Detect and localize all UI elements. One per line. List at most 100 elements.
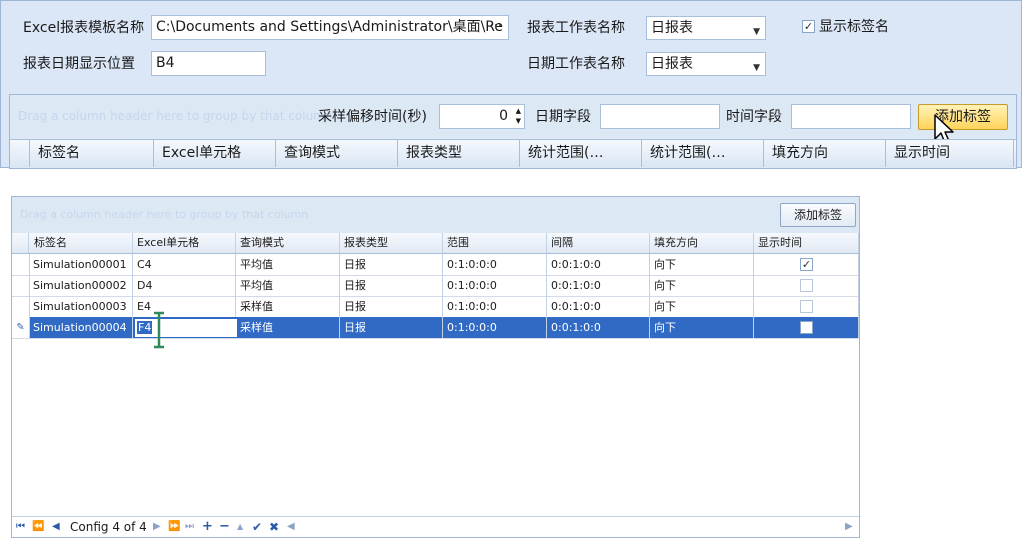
fill-cell[interactable]: 向下: [650, 296, 754, 317]
date-sheet-label: 日期工作表名称: [527, 56, 625, 72]
sampling-offset-spinner[interactable]: 0 ▲ ▼: [439, 104, 525, 129]
table-row[interactable]: Simulation00003 E4 采样值 日报 0:1:0:0:0 0:0:…: [12, 296, 859, 318]
excel-cell[interactable]: C4: [133, 254, 236, 275]
column-header[interactable]: 标签名: [30, 140, 154, 167]
date-sheet-select[interactable]: 日报表 ▼: [646, 52, 766, 76]
date-position-field[interactable]: B4: [151, 51, 266, 76]
last-page-icon[interactable]: ⏭: [185, 517, 194, 537]
column-header-cell[interactable]: Excel单元格: [133, 233, 236, 253]
edit-record-icon[interactable]: ▲: [237, 517, 243, 537]
show-time-checkbox[interactable]: [800, 300, 813, 313]
show-time-cell[interactable]: [754, 296, 859, 317]
template-path-text: C:\Documents and Settings\Administrator\…: [156, 19, 503, 35]
column-header-tag[interactable]: 标签名: [29, 233, 133, 253]
date-field-label: 日期字段: [535, 109, 591, 125]
chevron-down-icon: ▼: [753, 63, 760, 73]
add-tag-button[interactable]: 添加标签: [780, 203, 856, 227]
mode-cell[interactable]: 平均值: [236, 254, 340, 275]
time-field-input[interactable]: [791, 104, 911, 129]
group-by-hint: Drag a column header here to group by th…: [20, 208, 309, 221]
delete-record-icon[interactable]: −: [219, 517, 230, 537]
type-cell[interactable]: 日报: [340, 254, 443, 275]
template-path-field[interactable]: C:\Documents and Settings\Administrator\…: [151, 15, 509, 40]
mode-cell[interactable]: 平均值: [236, 275, 340, 296]
first-page-icon[interactable]: ⏮: [16, 517, 25, 537]
browse-button[interactable]: ···: [490, 16, 502, 38]
fill-cell[interactable]: 向下: [650, 254, 754, 275]
tag-cell[interactable]: Simulation00003: [29, 296, 133, 317]
sampling-offset-label: 采样偏移时间(秒): [318, 109, 427, 125]
column-header[interactable]: 报表类型: [398, 140, 520, 167]
navigator-text: Config 4 of 4: [70, 520, 147, 534]
mode-cell[interactable]: 采样值: [236, 317, 340, 338]
show-tag-name-label: 显示标签名: [819, 19, 889, 35]
interval-cell[interactable]: 0:0:1:0:0: [547, 275, 650, 296]
tag-cell[interactable]: Simulation00004: [29, 317, 133, 338]
table-row-selected[interactable]: ✎ Simulation00004 F4 采样值 日报 0:1:0:0:0 0:…: [12, 317, 859, 339]
type-cell[interactable]: 日报: [340, 317, 443, 338]
interval-cell[interactable]: 0:0:1:0:0: [547, 317, 650, 338]
tag-config-grid: Drag a column header here to group by th…: [11, 196, 860, 538]
cancel-edit-icon[interactable]: ✖: [269, 517, 279, 537]
add-record-icon[interactable]: +: [202, 517, 213, 537]
type-cell[interactable]: 日报: [340, 296, 443, 317]
column-header[interactable]: 查询模式: [276, 140, 398, 167]
column-header[interactable]: 填充方向: [764, 140, 886, 167]
add-tag-button-label: 添加标签: [793, 208, 842, 222]
edit-pencil-icon[interactable]: ✎: [12, 317, 30, 338]
interval-cell[interactable]: 0:0:1:0:0: [547, 254, 650, 275]
show-time-cell[interactable]: ✓: [754, 254, 859, 275]
fill-cell[interactable]: 向下: [650, 317, 754, 338]
column-header-mode[interactable]: 查询模式: [236, 233, 340, 253]
spinner-arrows-icon[interactable]: ▲ ▼: [516, 106, 521, 126]
top-tag-grid: Drag a column header here to group by th…: [9, 94, 1017, 169]
column-header[interactable]: 统计范围(…: [642, 140, 764, 167]
column-header[interactable]: 显示时间: [886, 140, 1014, 167]
excel-cell-editor[interactable]: F4: [134, 318, 238, 338]
excel-cell[interactable]: D4: [133, 275, 236, 296]
scroll-left-icon[interactable]: ◀: [287, 517, 295, 537]
show-time-checkbox[interactable]: [800, 279, 813, 292]
grid-navigator: ⏮ ⏪ ◀ Config 4 of 4 ▶ ⏩ ⏭ + − ▲ ✔ ✖ ◀ ▶: [12, 516, 859, 537]
show-time-checkbox[interactable]: [800, 321, 813, 334]
worksheet-select[interactable]: 日报表 ▼: [646, 16, 766, 40]
range-cell[interactable]: 0:1:0:0:0: [443, 254, 547, 275]
date-field-input[interactable]: [600, 104, 720, 129]
chevron-down-icon: ▼: [753, 27, 760, 37]
column-header-interval[interactable]: 间隔: [547, 233, 650, 253]
mode-cell[interactable]: 采样值: [236, 296, 340, 317]
date-position-value: B4: [156, 55, 175, 71]
tag-cell[interactable]: Simulation00001: [29, 254, 133, 275]
column-header-show-time[interactable]: 显示时间: [754, 233, 859, 253]
prev-page-icon[interactable]: ⏪: [32, 517, 44, 537]
column-header-range[interactable]: 范围: [443, 233, 547, 253]
range-cell[interactable]: 0:1:0:0:0: [443, 317, 547, 338]
prev-record-icon[interactable]: ◀: [52, 517, 60, 537]
show-time-cell[interactable]: [754, 317, 859, 338]
row-indicator[interactable]: [12, 275, 30, 296]
column-header-fill[interactable]: 填充方向: [650, 233, 754, 253]
interval-cell[interactable]: 0:0:1:0:0: [547, 296, 650, 317]
next-page-icon[interactable]: ⏩: [168, 517, 180, 537]
column-header-type[interactable]: 报表类型: [340, 233, 443, 253]
row-indicator[interactable]: [12, 254, 30, 275]
tag-cell[interactable]: Simulation00002: [29, 275, 133, 296]
sampling-offset-value: 0: [499, 108, 508, 124]
show-time-cell[interactable]: [754, 275, 859, 296]
row-indicator[interactable]: [12, 296, 30, 317]
type-cell[interactable]: 日报: [340, 275, 443, 296]
range-cell[interactable]: 0:1:0:0:0: [443, 275, 547, 296]
column-header[interactable]: 统计范围(…: [520, 140, 642, 167]
table-row[interactable]: Simulation00001 C4 平均值 日报 0:1:0:0:0 0:0:…: [12, 254, 859, 276]
scroll-right-icon[interactable]: ▶: [845, 517, 853, 537]
column-header[interactable]: Excel单元格: [154, 140, 276, 167]
save-record-icon[interactable]: ✔: [252, 517, 262, 537]
range-cell[interactable]: 0:1:0:0:0: [443, 296, 547, 317]
next-record-icon[interactable]: ▶: [153, 517, 161, 537]
show-tag-name-checkbox[interactable]: ✓: [802, 20, 815, 33]
date-sheet-select-value: 日报表: [651, 56, 693, 72]
table-row[interactable]: Simulation00002 D4 平均值 日报 0:1:0:0:0 0:0:…: [12, 275, 859, 297]
fill-cell[interactable]: 向下: [650, 275, 754, 296]
show-time-checkbox[interactable]: ✓: [800, 258, 813, 271]
excel-cell[interactable]: E4: [133, 296, 236, 317]
